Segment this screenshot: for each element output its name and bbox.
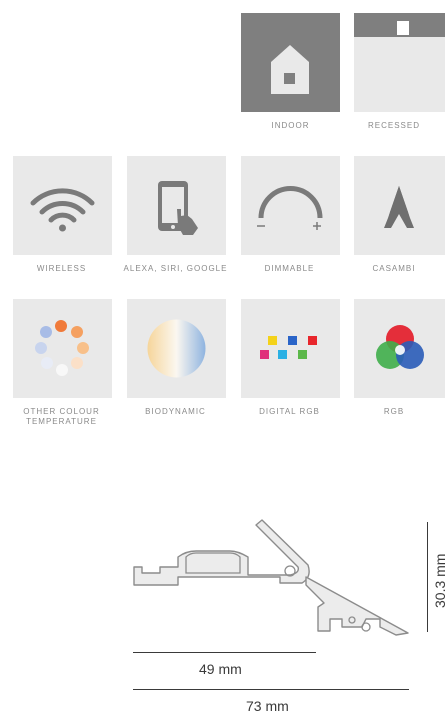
casambi-icon bbox=[384, 186, 414, 228]
digital-rgb-pixels-icon bbox=[260, 336, 317, 359]
wireless-label: WIRELESS bbox=[36, 264, 87, 273]
profile-cross-section-drawing bbox=[133, 519, 409, 636]
colour-temperature-dots-icon bbox=[35, 320, 89, 376]
dimmer-arc-icon bbox=[257, 186, 323, 230]
wireless-tile bbox=[13, 156, 112, 255]
digital-rgb-label: DIGITAL RGB bbox=[259, 407, 320, 416]
outer-width-dimension-line bbox=[133, 689, 409, 690]
recessed-icon bbox=[354, 13, 445, 37]
wifi-icon bbox=[30, 188, 95, 232]
biodynamic-gradient-icon bbox=[147, 319, 206, 378]
biodynamic-label: BIODYNAMIC bbox=[145, 407, 206, 416]
indoor-label: INDOOR bbox=[271, 121, 310, 130]
colour-temperature-label: OTHER COLOUR TEMPERATURE bbox=[23, 407, 100, 426]
rgb-circles-icon bbox=[376, 325, 424, 369]
dimmable-label: DIMMABLE bbox=[264, 264, 315, 273]
digital-rgb-tile bbox=[241, 299, 340, 398]
rgb-label: RGB bbox=[383, 407, 405, 416]
indoor-tile bbox=[241, 13, 340, 112]
casambi-label: CASAMBI bbox=[372, 264, 416, 273]
height-dimension-line bbox=[427, 522, 428, 632]
recessed-label: RECESSED bbox=[367, 121, 420, 130]
inner-width-dimension-line bbox=[133, 652, 316, 653]
outer-width-label: 73 mm bbox=[246, 698, 289, 714]
rgb-tile bbox=[354, 299, 445, 398]
smartphone-touch-icon bbox=[158, 181, 198, 235]
voice-assistant-label: ALEXA, SIRI, GOOGLE bbox=[123, 264, 228, 273]
recessed-tile bbox=[354, 13, 445, 112]
biodynamic-tile bbox=[127, 299, 226, 398]
height-label: 30,3 mm bbox=[432, 553, 445, 608]
inner-width-label: 49 mm bbox=[199, 661, 242, 677]
house-icon bbox=[271, 45, 309, 94]
dimmable-tile bbox=[241, 156, 340, 255]
voice-assistant-tile bbox=[127, 156, 226, 255]
casambi-tile bbox=[354, 156, 445, 255]
colour-temperature-tile bbox=[13, 299, 112, 398]
